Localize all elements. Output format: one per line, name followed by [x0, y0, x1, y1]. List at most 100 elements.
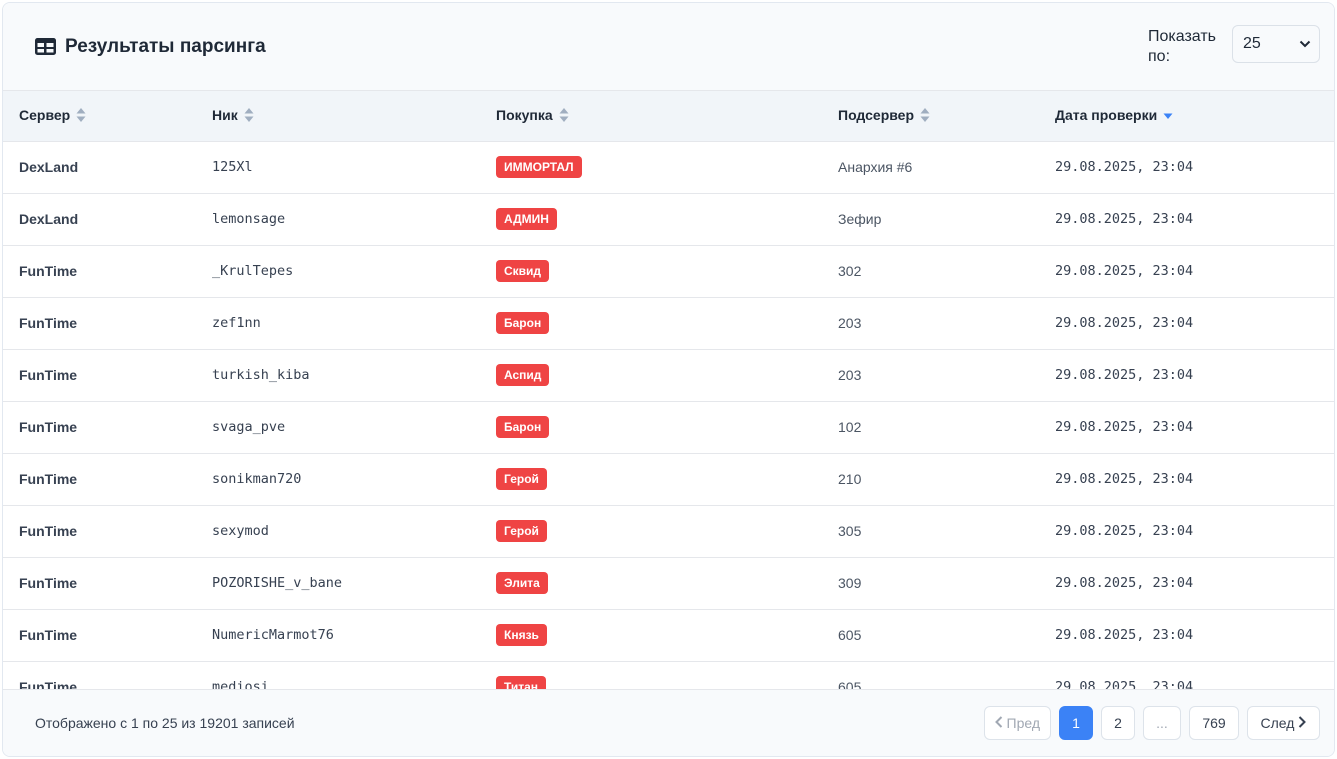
- server-cell: FunTime: [19, 419, 78, 435]
- next-page-button[interactable]: След: [1247, 706, 1320, 740]
- per-page-control: Показать по: 25: [1148, 25, 1320, 67]
- table-row: FunTime zef1nn Барон 203 29.08.2025, 23:04: [3, 297, 1334, 349]
- subserver-cell: 605: [838, 679, 862, 691]
- nick-cell: _KrulTepes: [212, 263, 294, 279]
- purchase-cell: Сквид: [480, 245, 822, 297]
- page-button-1[interactable]: 1: [1059, 706, 1093, 740]
- results-table-wrapper[interactable]: Сервер Ник Покупка Подсервер Дата провер…: [3, 91, 1334, 691]
- nick-cell: svaga_pve: [212, 419, 286, 435]
- records-info: Отображено с 1 по 25 из 19201 записей: [35, 715, 295, 731]
- table-row: FunTime _KrulTepes Сквид 302 29.08.2025, 23:…: [3, 245, 1334, 297]
- date-cell: 29.08.2025, 23:04: [1055, 575, 1194, 591]
- subserver-cell: 305: [838, 523, 862, 539]
- page-ellipsis: ...: [1143, 706, 1181, 740]
- page-title-text: Результаты парсинга: [65, 35, 266, 57]
- purchase-badge: АДМИН: [496, 208, 557, 230]
- date-cell: 29.08.2025, 23:04: [1055, 315, 1194, 331]
- column-header-nick[interactable]: Ник: [196, 91, 480, 142]
- table-row: FunTime sonikman720 Герой 210 29.08.2025, 23…: [3, 453, 1334, 505]
- nick-cell: NumericMarmot76: [212, 627, 334, 643]
- server-cell: FunTime: [19, 523, 78, 539]
- subserver-cell: 203: [838, 315, 862, 331]
- date-cell: 29.08.2025, 23:04: [1055, 471, 1194, 487]
- subserver-cell: 203: [838, 367, 862, 383]
- server-cell: FunTime: [19, 471, 78, 487]
- subserver-cell: 605: [838, 627, 862, 643]
- nick-cell: sexymod: [212, 523, 269, 539]
- sort-icon: [244, 107, 254, 125]
- subserver-cell: 102: [838, 419, 862, 435]
- date-cell: 29.08.2025, 23:04: [1055, 419, 1194, 435]
- prev-page-button[interactable]: Пред: [983, 706, 1051, 740]
- column-header-server[interactable]: Сервер: [3, 91, 196, 142]
- per-page-label: Показать по:: [1148, 28, 1217, 65]
- column-header-subserver[interactable]: Подсервер: [822, 91, 1039, 142]
- nick-cell: sonikman720: [212, 471, 302, 487]
- column-header-purchase[interactable]: Покупка: [480, 91, 822, 142]
- column-header-date[interactable]: Дата проверки: [1039, 91, 1334, 142]
- date-cell: 29.08.2025, 23:04: [1055, 159, 1194, 175]
- purchase-badge: Князь: [496, 624, 547, 646]
- page-button-last[interactable]: 769: [1189, 706, 1239, 740]
- date-cell: 29.08.2025, 23:04: [1055, 367, 1194, 383]
- nick-cell: lemonsage: [212, 211, 286, 227]
- server-cell: FunTime: [19, 263, 78, 279]
- nick-cell: mediosi: [212, 679, 269, 691]
- server-cell: FunTime: [19, 627, 78, 643]
- purchase-cell: Князь: [480, 609, 822, 661]
- table-row: FunTime NumericMarmot76 Князь 605 29.08.2025…: [3, 609, 1334, 661]
- per-page-value: 25: [1243, 35, 1261, 52]
- purchase-badge: Барон: [496, 416, 550, 438]
- sort-desc-icon: [1163, 108, 1173, 125]
- purchase-cell: АДМИН: [480, 193, 822, 245]
- table-row: FunTime turkish_kiba Аспид 203 29.08.2025, 2…: [3, 349, 1334, 401]
- results-card: Результаты парсинга Показать по: 25 Серв…: [2, 2, 1335, 757]
- table-row: DexLand 125Xl ИММОРТАЛ Анархия #6 29.08.2025…: [3, 141, 1334, 193]
- purchase-cell: Герой: [480, 453, 822, 505]
- purchase-cell: ИММОРТАЛ: [480, 141, 822, 193]
- purchase-cell: Титан: [480, 661, 822, 691]
- chevron-right-icon: [1298, 715, 1307, 731]
- table-row: DexLand lemonsage АДМИН Зефир 29.08.2025, 23…: [3, 193, 1334, 245]
- chevron-left-icon: [994, 715, 1003, 731]
- server-cell: DexLand: [19, 159, 79, 175]
- date-cell: 29.08.2025, 23:04: [1055, 627, 1194, 643]
- purchase-badge: ИММОРТАЛ: [496, 156, 582, 178]
- subserver-cell: 210: [838, 471, 862, 487]
- sort-icon: [76, 107, 86, 125]
- purchase-badge: Элита: [496, 572, 548, 594]
- server-cell: DexLand: [19, 211, 79, 227]
- purchase-cell: Аспид: [480, 349, 822, 401]
- purchase-badge: Сквид: [496, 260, 550, 282]
- table-footer: Отображено с 1 по 25 из 19201 записей Пр…: [3, 689, 1334, 756]
- table-header-row: Сервер Ник Покупка Подсервер Дата провер…: [3, 91, 1334, 142]
- page-button-2[interactable]: 2: [1101, 706, 1135, 740]
- results-table: Сервер Ник Покупка Подсервер Дата провер…: [3, 91, 1334, 691]
- table-row: FunTime svaga_pve Барон 102 29.08.2025, 23:0…: [3, 401, 1334, 453]
- table-icon: [35, 38, 56, 55]
- subserver-cell: 302: [838, 263, 862, 279]
- server-cell: FunTime: [19, 367, 78, 383]
- date-cell: 29.08.2025, 23:04: [1055, 263, 1194, 279]
- nick-cell: turkish_kiba: [212, 367, 310, 383]
- purchase-badge: Герой: [496, 468, 547, 490]
- nick-cell: zef1nn: [212, 315, 261, 331]
- purchase-cell: Барон: [480, 297, 822, 349]
- purchase-cell: Барон: [480, 401, 822, 453]
- date-cell: 29.08.2025, 23:04: [1055, 523, 1194, 539]
- table-row: FunTime mediosi Титан 605 29.08.2025, 23:04: [3, 661, 1334, 691]
- date-cell: 29.08.2025, 23:04: [1055, 211, 1194, 227]
- purchase-cell: Элита: [480, 557, 822, 609]
- chevron-down-icon: [1299, 35, 1311, 53]
- sort-icon: [559, 107, 569, 125]
- subserver-cell: Анархия #6: [838, 159, 913, 175]
- nick-cell: 125Xl: [212, 159, 253, 175]
- nick-cell: POZORISHE_v_bane: [212, 575, 343, 591]
- server-cell: FunTime: [19, 679, 78, 691]
- pagination: Пред 1 2 ... 769 След: [983, 706, 1320, 740]
- table-body: DexLand 125Xl ИММОРТАЛ Анархия #6 29.08.2025…: [3, 141, 1334, 691]
- subserver-cell: Зефир: [838, 211, 882, 227]
- date-cell: 29.08.2025, 23:04: [1055, 679, 1194, 691]
- table-row: FunTime sexymod Герой 305 29.08.2025, 23:04: [3, 505, 1334, 557]
- per-page-select[interactable]: 25: [1232, 25, 1320, 63]
